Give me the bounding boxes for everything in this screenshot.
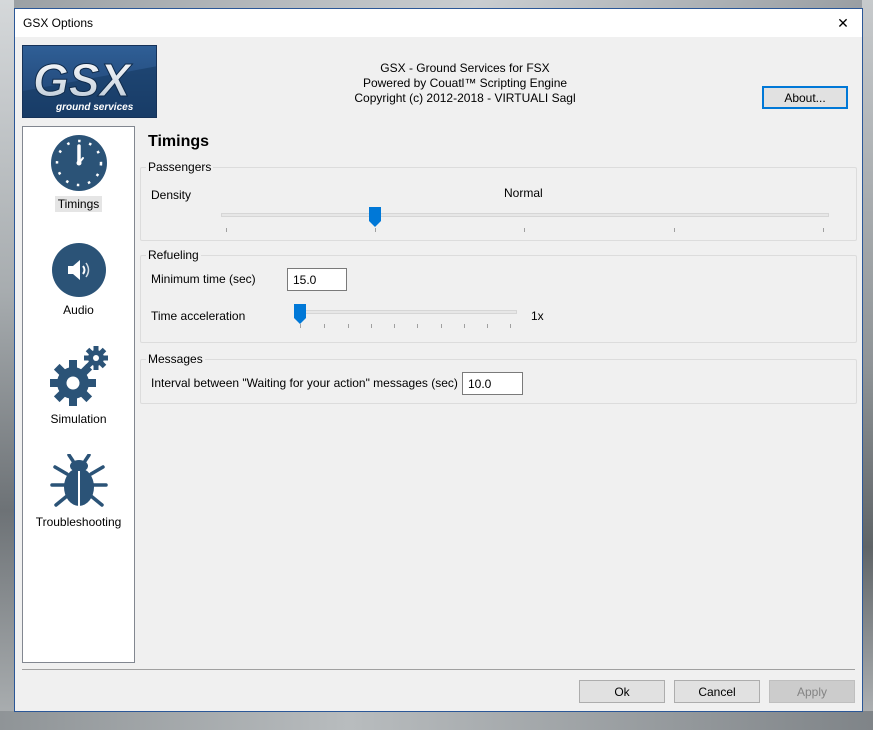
options-window: GSX Options ✕ GSX ground services GSX - … (14, 8, 863, 712)
footer-divider (22, 669, 855, 670)
refueling-group (140, 255, 857, 343)
about-button[interactable]: About... (762, 86, 848, 109)
density-label: Density (151, 188, 192, 202)
speaker-icon (23, 242, 134, 298)
messages-caption: Messages (146, 352, 205, 366)
density-tick (823, 228, 824, 232)
density-tick (674, 228, 675, 232)
sidebar-item-audio[interactable]: Audio (23, 242, 134, 318)
time-acceleration-tick (417, 324, 418, 328)
close-button[interactable]: ✕ (824, 9, 862, 37)
logo-brand-text: GSX (33, 54, 132, 106)
time-acceleration-tick (394, 324, 395, 328)
sidebar-item-label: Timings (54, 196, 103, 212)
density-tick (524, 228, 525, 232)
min-time-field[interactable]: 15.0 (287, 268, 347, 291)
title-bar: GSX Options ✕ (15, 9, 862, 37)
time-acceleration-slider-track[interactable] (294, 310, 517, 314)
apply-button[interactable]: Apply (769, 680, 855, 703)
page-title: Timings (148, 133, 210, 150)
cancel-button[interactable]: Cancel (674, 680, 760, 703)
clock-icon (23, 134, 134, 192)
min-time-label: Minimum time (sec) (151, 272, 256, 286)
engine-info: Powered by Couatl™ Scripting Engine (362, 76, 568, 90)
time-acceleration-tick (324, 324, 325, 328)
about-info: GSX - Ground Services for FSX Powered by… (235, 61, 695, 106)
time-acceleration-tick (371, 324, 372, 328)
desktop-background-bottom (0, 711, 873, 730)
logo-tagline-text: ground services (55, 102, 134, 113)
refueling-caption: Refueling (146, 248, 201, 262)
sidebar-item-label: Troubleshooting (35, 515, 122, 529)
time-acceleration-value: 1x (531, 309, 544, 323)
desktop-background-right (862, 0, 873, 730)
window-title: GSX Options (23, 16, 94, 30)
sidebar-item-troubleshooting[interactable]: Troubleshooting (23, 454, 134, 530)
copyright: Copyright (c) 2012-2018 - VIRTUALI Sagl (354, 91, 576, 105)
passengers-caption: Passengers (146, 160, 214, 174)
ok-button[interactable]: Ok (579, 680, 665, 703)
time-acceleration-tick (441, 324, 442, 328)
message-interval-field[interactable]: 10.0 (462, 372, 523, 395)
time-acceleration-tick (510, 324, 511, 328)
desktop-background-left (0, 0, 14, 730)
time-acceleration-label: Time acceleration (151, 309, 246, 323)
passengers-group (140, 167, 857, 241)
sidebar-item-label: Audio (63, 303, 94, 317)
sidebar-item-simulation[interactable]: Simulation (23, 345, 134, 427)
product-name: GSX - Ground Services for FSX (380, 61, 550, 75)
sidebar: Timings Audio Simulation Troubleshooting (22, 126, 135, 663)
density-tick (375, 228, 376, 232)
density-value: Normal (504, 186, 543, 200)
gsx-logo: GSX ground services (22, 45, 157, 118)
density-tick (226, 228, 227, 232)
density-slider-track[interactable] (221, 213, 829, 217)
time-acceleration-tick (348, 324, 349, 328)
sidebar-item-timings[interactable]: Timings (23, 134, 134, 212)
time-acceleration-tick (464, 324, 465, 328)
time-acceleration-tick (487, 324, 488, 328)
message-interval-label: Interval between "Waiting for your actio… (151, 376, 458, 390)
time-acceleration-tick (300, 324, 301, 328)
close-icon: ✕ (837, 14, 849, 31)
sidebar-item-label: Simulation (50, 412, 107, 426)
density-slider-thumb[interactable] (369, 207, 381, 230)
bug-icon (23, 454, 134, 510)
gears-icon (23, 345, 134, 407)
